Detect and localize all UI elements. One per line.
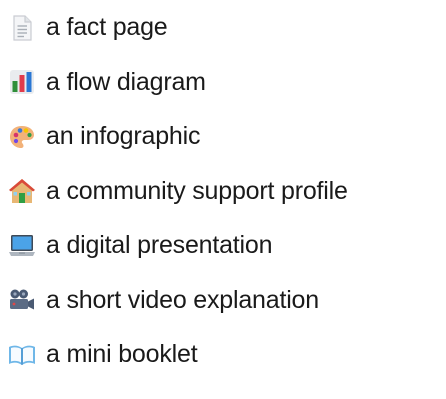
- list-item-label: a mini booklet: [46, 340, 198, 368]
- list-item: a community support profile: [8, 174, 440, 209]
- list-item: a digital presentation: [8, 228, 440, 263]
- house-icon: [8, 177, 36, 205]
- movie-camera-icon: [8, 286, 36, 314]
- list-item-label: a short video explanation: [46, 285, 319, 314]
- laptop-icon: [8, 232, 36, 260]
- bar-chart-icon: [8, 68, 36, 96]
- list-item: an infographic: [8, 119, 440, 154]
- list-item: a mini booklet: [8, 337, 440, 372]
- list-item-label: a fact page: [46, 13, 168, 41]
- option-list: a fact page a flow diagram an infographi: [8, 10, 440, 392]
- list-item: a fact page: [8, 10, 440, 45]
- list-item-label: a digital presentation: [46, 231, 273, 259]
- artist-palette-icon: [8, 123, 36, 151]
- list-item: a short video explanation: [8, 283, 440, 318]
- open-book-icon: [8, 341, 36, 369]
- list-item-label: a flow diagram: [46, 67, 206, 96]
- list-item-label: an infographic: [46, 122, 201, 150]
- list-item: a flow diagram: [8, 65, 440, 100]
- list-item-label: a community support profile: [46, 176, 348, 205]
- page-facing-up-icon: [8, 14, 36, 42]
